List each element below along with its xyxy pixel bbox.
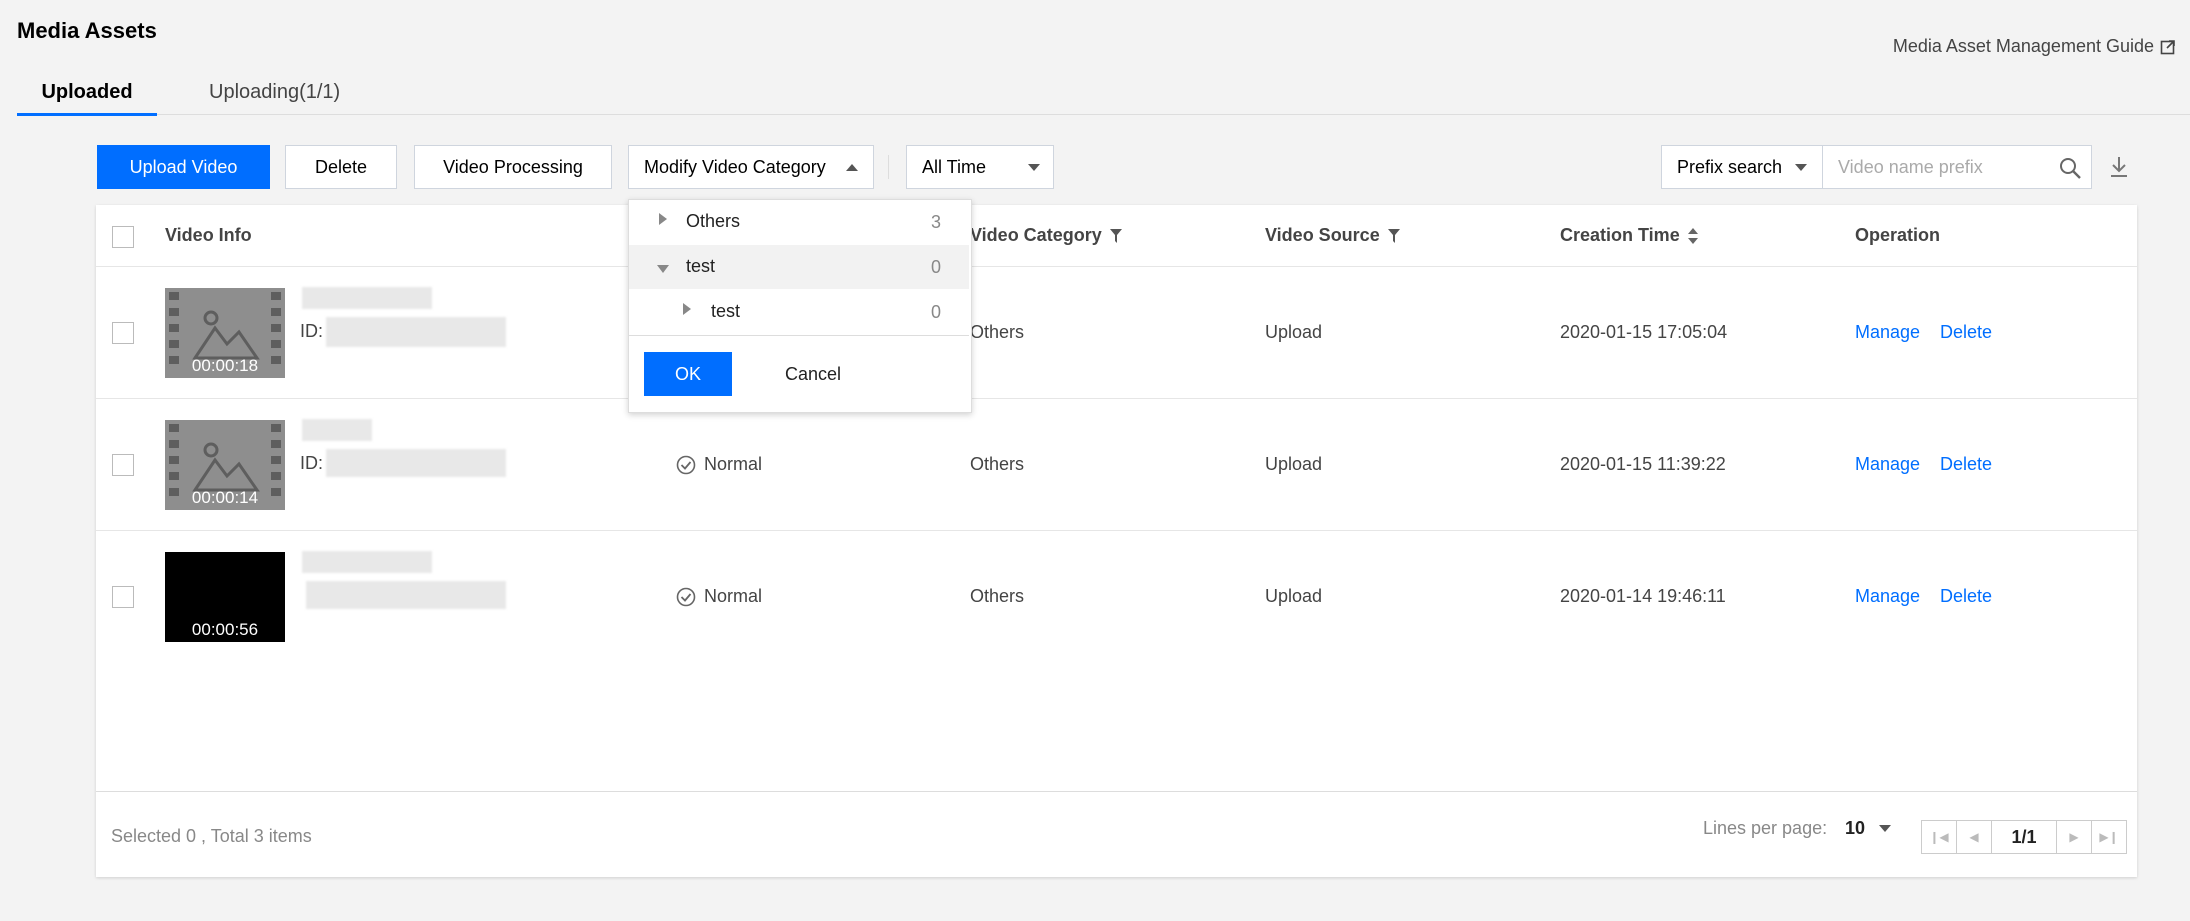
select-all-checkbox[interactable] (112, 226, 134, 248)
filter-icon[interactable] (1109, 228, 1122, 243)
manage-link[interactable]: Manage (1855, 586, 1920, 607)
category-option-label: Others (686, 211, 741, 231)
video-id-redacted (326, 317, 506, 347)
video-duration: 00:00:18 (191, 356, 259, 375)
table-footer: Selected 0 , Total 3 items Lines per pag… (96, 791, 2137, 878)
time-filter-label: All Time (922, 157, 987, 177)
table-row: 00:00:18 ID: Others Upload 2020-01-15 17… (96, 266, 2137, 399)
time-filter-select[interactable]: All Time (906, 145, 1054, 189)
row-source: Upload (1265, 586, 1323, 606)
row-category: Others (970, 586, 1025, 606)
upload-video-button[interactable]: Upload Video (97, 145, 270, 189)
category-option-label: test (711, 301, 741, 321)
row-category: Others (970, 454, 1025, 474)
row-category: Others (970, 322, 1025, 342)
video-table: Video Info Video Category Video Source C… (96, 205, 2137, 877)
guide-link[interactable]: Media Asset Management Guide (1893, 36, 2176, 57)
video-id-redacted (326, 449, 506, 477)
video-name-redacted (302, 287, 432, 309)
delete-link[interactable]: Delete (1940, 586, 1992, 607)
search-input-placeholder: Video name prefix (1838, 157, 1983, 177)
row-status: Normal (676, 454, 762, 475)
header-video-category[interactable]: Video Category (970, 225, 1122, 246)
modify-category-label: Modify Video Category (644, 157, 826, 177)
search-mode-label: Prefix search (1677, 157, 1783, 177)
filter-icon[interactable] (1387, 228, 1400, 243)
row-created: 2020-01-15 17:05:04 (1560, 322, 1728, 342)
first-page-button[interactable]: ❙◀ (1921, 820, 1957, 854)
search-input[interactable]: Video name prefix (1822, 145, 2092, 189)
prev-page-button[interactable]: ◀ (1956, 820, 1992, 854)
delete-link[interactable]: Delete (1940, 322, 1992, 343)
delete-link[interactable]: Delete (1940, 454, 1992, 475)
tab-uploaded[interactable]: Uploaded (17, 78, 157, 116)
video-thumbnail[interactable]: 00:00:56 (165, 552, 285, 642)
row-checkbox[interactable] (112, 322, 134, 344)
category-option-test-child[interactable]: test 0 (629, 290, 969, 334)
row-source: Upload (1265, 454, 1323, 474)
row-checkbox[interactable] (112, 586, 134, 608)
row-created: 2020-01-14 19:46:11 (1560, 586, 1726, 606)
tab-uploading[interactable]: Uploading(1/1) (209, 78, 340, 113)
chevron-down-icon (1795, 164, 1807, 171)
category-dropdown: Others 3 test 0 test 0 OK Cancel (628, 199, 972, 413)
download-icon[interactable] (2108, 155, 2130, 179)
guide-link-label: Media Asset Management Guide (1892, 36, 2154, 56)
video-id-label: ID: (300, 321, 324, 341)
next-page-button[interactable]: ▶ (2056, 820, 2092, 854)
manage-link[interactable]: Manage (1855, 322, 1920, 343)
category-option-count: 0 (930, 302, 941, 322)
manage-link[interactable]: Manage (1855, 454, 1920, 475)
ok-button[interactable]: OK (644, 352, 732, 396)
category-option-label: test (686, 256, 716, 276)
video-duration: 00:00:56 (191, 620, 259, 639)
last-page-button[interactable]: ▶❙ (2091, 820, 2127, 854)
expand-right-icon[interactable] (659, 213, 667, 225)
chevron-down-icon (1028, 164, 1040, 171)
row-source: Upload (1265, 322, 1323, 342)
video-name-redacted (302, 419, 372, 441)
category-option-test[interactable]: test 0 (629, 245, 969, 289)
expand-right-icon[interactable] (683, 303, 691, 315)
dropdown-divider (629, 335, 969, 336)
video-id-label: ID: (300, 453, 324, 473)
expand-down-icon[interactable] (657, 265, 669, 273)
sort-icon[interactable] (1687, 227, 1698, 244)
table-row: 00:00:14 ID: Normal Others Upload 2020-0… (96, 398, 2137, 531)
video-processing-button[interactable]: Video Processing (414, 145, 612, 189)
lines-per-page-select[interactable]: 10 (1845, 818, 1892, 839)
video-duration: 00:00:14 (191, 488, 259, 507)
check-circle-icon (676, 455, 696, 474)
header-creation-time[interactable]: Creation Time (1560, 225, 1698, 246)
modify-category-select[interactable]: Modify Video Category (628, 145, 874, 189)
search-icon[interactable] (2058, 156, 2082, 180)
category-option-count: 3 (930, 212, 941, 232)
table-row: 00:00:56 Normal Others Upload 2020-01-14… (96, 530, 2137, 663)
lines-per-page-label: Lines per page: (1703, 818, 1828, 838)
video-thumbnail[interactable]: 00:00:14 (165, 420, 285, 510)
tab-bar: Uploaded Uploading(1/1) (17, 78, 2190, 116)
video-id-redacted (306, 581, 506, 609)
video-thumbnail[interactable]: 00:00:18 (165, 288, 285, 378)
chevron-up-icon (846, 164, 858, 171)
row-created: 2020-01-15 11:39:22 (1560, 454, 1726, 474)
row-status: Normal (676, 586, 762, 607)
header-video-info: Video Info (165, 225, 252, 245)
delete-button[interactable]: Delete (285, 145, 397, 189)
category-option-count: 0 (930, 257, 941, 277)
selection-summary: Selected 0 , Total 3 items (111, 826, 312, 846)
page-title: Media Assets (17, 18, 157, 43)
toolbar-divider (888, 155, 889, 179)
category-option-others[interactable]: Others 3 (629, 200, 969, 244)
check-circle-icon (676, 587, 696, 606)
external-link-icon (2160, 39, 2175, 54)
video-name-redacted (302, 551, 432, 573)
header-video-source[interactable]: Video Source (1265, 225, 1400, 246)
page-indicator: 1/1 (1991, 820, 2057, 854)
chevron-down-icon (1879, 824, 1892, 832)
header-operation: Operation (1855, 225, 1941, 245)
search-mode-select[interactable]: Prefix search (1661, 145, 1823, 189)
cancel-button[interactable]: Cancel (765, 352, 861, 396)
row-checkbox[interactable] (112, 454, 134, 476)
